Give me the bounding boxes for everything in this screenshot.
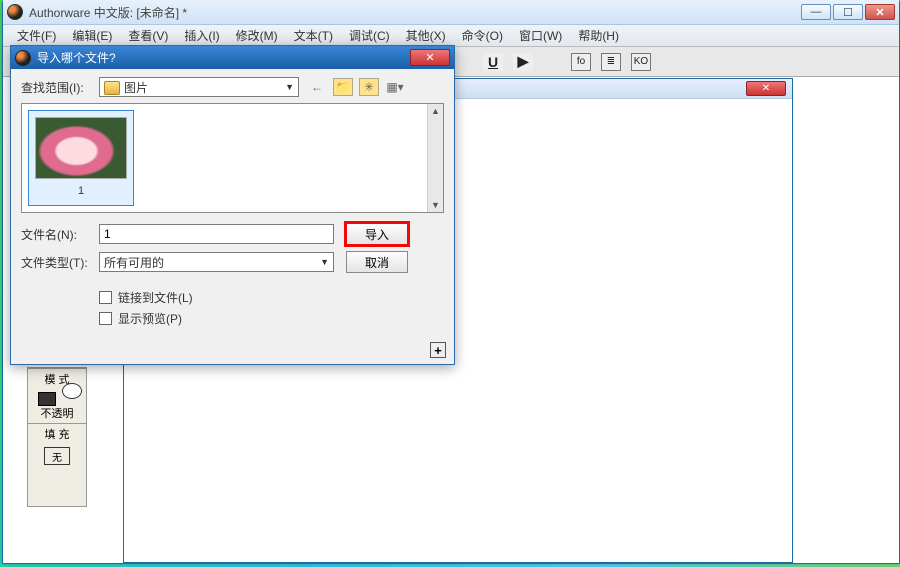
dialog-close-button[interactable]: ✕ [410, 49, 450, 66]
dialog-body: 查找范围(I): 图片 ▼ ← 📁 ✳ ▦▾ 1 ▲▼ 文件名(N): 导入 [11, 69, 454, 339]
close-button[interactable]: ✕ [865, 4, 895, 20]
folder-icon [104, 81, 120, 95]
menu-debug[interactable]: 调试(C) [341, 27, 398, 44]
filename-label: 文件名(N): [21, 226, 99, 243]
preview-checkbox[interactable] [99, 312, 112, 325]
canvas-close-button[interactable]: ✕ [746, 81, 786, 96]
link-checkbox-label: 链接到文件(L) [118, 289, 193, 306]
lookin-label: 查找范围(I): [21, 79, 99, 96]
file-thumb-selected[interactable]: 1 [28, 110, 134, 206]
mode-value: 不透明 [28, 403, 86, 423]
menu-edit[interactable]: 编辑(E) [64, 27, 120, 44]
lookin-combo[interactable]: 图片 ▼ [99, 77, 299, 97]
menu-bar: 文件(F) 编辑(E) 查看(V) 插入(I) 修改(M) 文本(T) 调试(C… [3, 25, 899, 47]
menu-other[interactable]: 其他(X) [398, 27, 454, 44]
dialog-icon [15, 50, 31, 66]
fo-icon[interactable]: fo [571, 53, 591, 71]
thumbnail-image [35, 117, 127, 179]
lookin-value: 图片 [124, 81, 148, 95]
chevron-down-icon: ▼ [320, 257, 329, 267]
app-icon [7, 4, 23, 20]
scrollbar[interactable]: ▲▼ [427, 104, 443, 212]
filetype-value: 所有可用的 [104, 254, 164, 271]
view-menu-icon[interactable]: ▦▾ [385, 78, 405, 96]
filename-input[interactable] [99, 224, 334, 244]
menu-file[interactable]: 文件(F) [9, 27, 64, 44]
underline-icon[interactable]: U [483, 53, 503, 71]
menu-text[interactable]: 文本(T) [286, 27, 341, 44]
fill-swatch[interactable]: 无 [44, 447, 70, 465]
thumbnail-label: 1 [32, 181, 130, 197]
mode-swatch-fg[interactable] [62, 383, 82, 399]
play-icon[interactable]: ▶ [513, 53, 533, 71]
dialog-title: 导入哪个文件? [37, 49, 410, 66]
back-icon[interactable]: ← [307, 78, 327, 96]
dialog-titlebar[interactable]: 导入哪个文件? ✕ [11, 46, 454, 69]
minimize-button[interactable]: — [801, 4, 831, 20]
new-folder-icon[interactable]: ✳ [359, 78, 379, 96]
file-list[interactable]: 1 ▲▼ [21, 103, 444, 213]
side-panel: 模 式 不透明 填 充 无 [27, 367, 87, 507]
up-folder-icon[interactable]: 📁 [333, 78, 353, 96]
import-button[interactable]: 导入 [346, 223, 408, 245]
ko-icon[interactable]: KO [631, 53, 651, 71]
filetype-label: 文件类型(T): [21, 254, 99, 271]
scroll-up-icon[interactable]: ▲ [431, 106, 440, 116]
menu-insert[interactable]: 插入(I) [176, 27, 227, 44]
window-controls: — ☐ ✕ [801, 4, 895, 20]
import-dialog: 导入哪个文件? ✕ 查找范围(I): 图片 ▼ ← 📁 ✳ ▦▾ 1 ▲▼ [10, 45, 455, 365]
menu-view[interactable]: 查看(V) [120, 27, 176, 44]
maximize-button[interactable]: ☐ [833, 4, 863, 20]
align-icon[interactable]: ≣ [601, 53, 621, 71]
cancel-button[interactable]: 取消 [346, 251, 408, 273]
menu-help[interactable]: 帮助(H) [570, 27, 627, 44]
preview-checkbox-label: 显示预览(P) [118, 310, 182, 327]
scroll-down-icon[interactable]: ▼ [431, 200, 440, 210]
chevron-down-icon: ▼ [285, 82, 294, 92]
expand-button[interactable]: + [430, 342, 446, 358]
menu-window[interactable]: 窗口(W) [511, 27, 570, 44]
fill-section-label: 填 充 [28, 423, 86, 444]
link-checkbox[interactable] [99, 291, 112, 304]
title-bar[interactable]: Authorware 中文版: [未命名] * — ☐ ✕ [3, 0, 899, 25]
menu-command[interactable]: 命令(O) [454, 27, 511, 44]
filetype-combo[interactable]: 所有可用的 ▼ [99, 252, 334, 272]
menu-modify[interactable]: 修改(M) [228, 27, 286, 44]
window-title: Authorware 中文版: [未命名] * [29, 4, 801, 21]
